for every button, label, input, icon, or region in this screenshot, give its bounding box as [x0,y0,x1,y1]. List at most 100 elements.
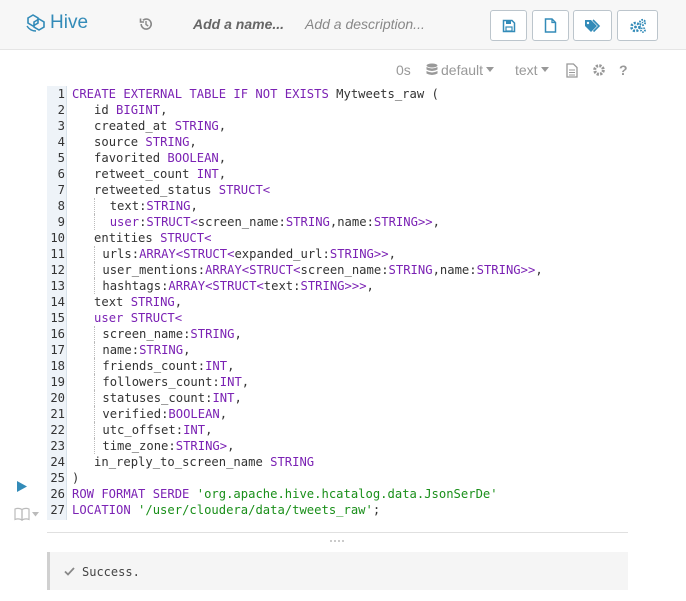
format-selector[interactable]: text [515,62,549,78]
column-type: BOOLEAN [167,151,219,165]
column-type: STRUCT< [218,183,271,197]
field-name: statuses_count [102,391,206,405]
line-number: 5 [57,151,65,165]
line-number: 20 [50,391,65,405]
line-number: 2 [57,103,65,117]
field-name: name [439,263,470,277]
run-query-icon[interactable] [16,480,28,493]
chevron-down-icon [540,67,549,72]
field-type: STRING [139,343,184,357]
book-icon [14,507,30,521]
column-name: text [94,295,124,309]
sql-keyword: LOCATION [72,503,131,517]
field-type: STRING>> [329,247,389,261]
field-name: screen_name [102,327,184,341]
app-title[interactable]: Hive [24,12,88,34]
line-number: 26 [50,487,65,501]
gear-icon[interactable] [592,63,606,77]
field-name: utc_offset [102,423,176,437]
sql-text: ) [72,471,80,485]
line-number: 12 [50,263,65,277]
line-number: 1 [57,87,65,101]
line-number: 17 [50,343,65,357]
field-name: verified [102,407,162,421]
help-icon[interactable]: ? [619,62,628,78]
hive-logo-icon [26,14,45,32]
field-type: INT [212,391,235,405]
field-name: expanded_url [234,247,323,261]
resize-handle-icon[interactable] [329,538,345,544]
field-name: time_zone [102,439,169,453]
line-number: 19 [50,375,65,389]
sql-keyword: CREATE EXTERNAL TABLE IF NOT EXISTS [72,87,329,101]
field-type: BOOLEAN [168,407,220,421]
column-name: retweet_count [94,167,190,181]
line-number: 14 [50,295,65,309]
field-type: ARRAY<STRUCT< [139,247,235,261]
line-number: 15 [50,311,65,325]
query-description-field[interactable]: Add a description... [305,16,425,32]
database-icon [426,63,438,75]
line-number: 6 [57,167,65,181]
code-lines: 1 CREATE EXTERNAL TABLE IF NOT EXISTS Myt… [47,86,628,518]
line-number: 22 [50,423,65,437]
column-name: user [94,311,124,325]
field-type: STRING [285,215,330,229]
line-number: 21 [50,407,65,421]
column-name: entities [94,231,153,245]
new-document-icon [544,18,557,33]
save-button[interactable] [490,10,527,41]
field-type: STRING>> [373,215,433,229]
app-name: Hive [50,12,89,33]
field-name: name [102,343,132,357]
line-number: 25 [50,471,65,485]
field-type: STRUCT< [146,215,198,229]
snippet-menu[interactable] [14,507,39,521]
field-name: friends_count [102,359,198,373]
field-type: STRING [146,199,191,213]
editor-toolbar: 0s default text ? [0,60,686,80]
save-icon [502,19,515,32]
field-type: STRING> [175,439,228,453]
column-type: BIGINT [116,103,161,117]
field-name: screen_name [197,215,279,229]
field-name: urls [102,247,132,261]
line-number: 4 [57,135,65,149]
line-number: 3 [57,119,65,133]
query-name-field[interactable]: Add a name... [193,16,284,32]
history-icon[interactable] [138,16,154,32]
field-name: text [109,199,140,213]
line-number: 10 [50,231,65,245]
line-number: 9 [57,215,65,229]
database-selector[interactable]: default [426,62,495,78]
database-name: default [441,62,484,78]
settings-button[interactable] [617,10,658,41]
line-number: 24 [50,455,65,469]
column-name: created_at [94,119,168,133]
column-type: STRING [130,295,175,309]
tags-button[interactable] [573,10,612,41]
line-number: 16 [50,327,65,341]
sql-text: Mytweets_raw ( [328,87,439,101]
column-type: STRING [270,455,315,469]
code-editor[interactable]: 1 CREATE EXTERNAL TABLE IF NOT EXISTS Myt… [47,86,628,520]
result-panel: Success. [47,552,628,590]
field-type: STRING>>> [300,279,367,293]
format-name: text [515,62,538,78]
file-text-icon[interactable] [566,63,578,78]
field-name: screen_name [300,263,382,277]
tags-icon [584,18,600,32]
line-number: 18 [50,359,65,373]
field-name: text [263,279,294,293]
column-name: in_reply_to_screen_name [94,455,263,469]
column-type: STRING [174,119,219,133]
field-type: INT [219,375,242,389]
chevron-down-icon [486,67,495,72]
line-number: 23 [50,439,65,453]
field-type: STRING [190,327,235,341]
line-number: 8 [57,199,65,213]
field-name: user [109,215,140,229]
check-icon [64,567,75,576]
field-type: INT [183,423,206,437]
new-query-button[interactable] [532,10,569,41]
